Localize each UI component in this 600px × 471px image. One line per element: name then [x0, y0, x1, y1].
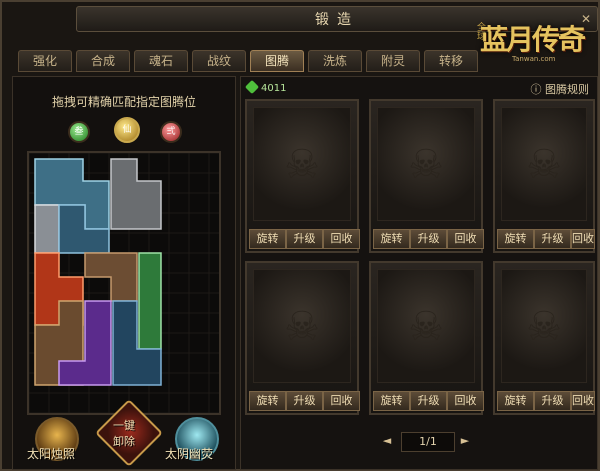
tab-enchant[interactable]: 附灵 — [366, 50, 420, 72]
upgrade-button[interactable]: 升级 — [410, 229, 447, 249]
tab-totem[interactable]: 图腾 — [250, 50, 304, 72]
skull-icon: ☠ — [284, 304, 320, 350]
upgrade-button[interactable]: 升级 — [410, 391, 447, 411]
tab-combine[interactable]: 合成 — [76, 50, 130, 72]
page-indicator: 1/1 — [401, 432, 455, 452]
recycle-button[interactable]: 回收 — [571, 391, 595, 411]
rotate-button[interactable]: 旋转 — [497, 391, 534, 411]
sun-totem-label: 太阳烛照 — [27, 447, 76, 461]
moon-totem-label: 太阴幽荧 — [165, 447, 214, 461]
green-gem-icon[interactable]: 叁 — [68, 121, 90, 143]
rotate-button[interactable]: 旋转 — [373, 229, 410, 249]
skull-icon: ☠ — [526, 142, 562, 188]
card-actions: 旋转 升级 回收 — [249, 391, 360, 411]
card-actions: 旋转 升级 回收 — [373, 391, 484, 411]
totem-card-5[interactable]: ☠ 旋转 升级 回收 — [369, 261, 484, 415]
next-page-icon[interactable]: ► — [457, 432, 473, 450]
totem-inventory-panel: 4011 ⓘ 图腾规则 ☠ 旋转 升级 回收 ☠ 旋转 升级 回收 ☠ 旋转 升… — [240, 76, 598, 470]
game-logo: 全球 蓝月传奇 Tanwan.com — [472, 10, 592, 66]
recycle-button[interactable]: 回收 — [447, 229, 484, 249]
upgrade-button[interactable]: 升级 — [286, 229, 323, 249]
prev-page-icon[interactable]: ◄ — [379, 432, 395, 450]
tab-soulstone[interactable]: 魂石 — [134, 50, 188, 72]
card-actions: 旋转 升级 回收 — [373, 229, 484, 249]
rotate-button[interactable]: 旋转 — [249, 391, 286, 411]
totem-portrait: ☠ — [501, 107, 587, 221]
totem-portrait: ☠ — [253, 107, 351, 221]
forge-window: 锻造 ✕ 全球 蓝月传奇 Tanwan.com 强化 合成 魂石 战纹 图腾 洗… — [0, 0, 600, 471]
jade-icon — [244, 79, 260, 95]
pager: ◄ 1/1 ► — [379, 432, 475, 452]
skull-icon: ☠ — [408, 304, 444, 350]
card-actions: 旋转 升级 回收 — [249, 229, 360, 249]
rotate-button[interactable]: 旋转 — [249, 229, 286, 249]
totem-portrait: ☠ — [377, 269, 475, 383]
totem-card-1[interactable]: ☠ 旋转 升级 回收 — [245, 99, 360, 253]
unload-line1: 一键 — [113, 419, 135, 432]
tab-battle-pattern[interactable]: 战纹 — [192, 50, 246, 72]
totem-pieces — [29, 153, 219, 413]
card-actions: 旋转 升级 回收 — [497, 391, 595, 411]
tab-strengthen[interactable]: 强化 — [18, 50, 72, 72]
recycle-button[interactable]: 回收 — [447, 391, 484, 411]
totem-board-panel: 拖拽可精确匹配指定图腾位 叁 仙 弍 太阳烛照 一键 卸除 太阴幽荧 — [12, 76, 236, 470]
totem-piece-green — [138, 252, 162, 350]
totem-card-6[interactable]: ☠ 旋转 升级 回收 — [493, 261, 595, 415]
skull-icon: ☠ — [408, 142, 444, 188]
upgrade-button[interactable]: 升级 — [534, 391, 571, 411]
card-actions: 旋转 升级 回收 — [497, 229, 595, 249]
totem-portrait: ☠ — [377, 107, 475, 221]
totem-portrait: ☠ — [253, 269, 351, 383]
totem-card-3[interactable]: ☠ 旋转 升级 回收 — [493, 99, 595, 253]
gold-gem-icon[interactable]: 仙 — [114, 117, 140, 143]
totem-rules-link[interactable]: ⓘ 图腾规则 — [531, 81, 590, 97]
totem-card-4[interactable]: ☠ 旋转 升级 回收 — [245, 261, 360, 415]
totem-rules-label: 图腾规则 — [545, 83, 589, 96]
upgrade-button[interactable]: 升级 — [534, 229, 571, 249]
logo-title: 蓝月传奇 — [480, 23, 586, 56]
help-icon: ⓘ — [530, 83, 545, 96]
totem-portrait: ☠ — [501, 269, 587, 383]
unload-line2: 卸除 — [113, 435, 135, 448]
totem-card-2[interactable]: ☠ 旋转 升级 回收 — [369, 99, 484, 253]
rotate-button[interactable]: 旋转 — [373, 391, 410, 411]
totem-piece-silver — [34, 204, 60, 254]
recycle-button[interactable]: 回收 — [323, 229, 360, 249]
rotate-button[interactable]: 旋转 — [497, 229, 534, 249]
red-gem-icon[interactable]: 弍 — [160, 121, 182, 143]
totem-board[interactable] — [27, 151, 221, 415]
logo-url: Tanwan.com — [512, 55, 556, 63]
skull-icon: ☠ — [526, 304, 562, 350]
tab-refine[interactable]: 洗炼 — [308, 50, 362, 72]
recycle-button[interactable]: 回收 — [323, 391, 360, 411]
upgrade-button[interactable]: 升级 — [286, 391, 323, 411]
currency-count: 4011 — [261, 83, 287, 94]
recycle-button[interactable]: 回收 — [571, 229, 595, 249]
skull-icon: ☠ — [284, 142, 320, 188]
tab-transfer[interactable]: 转移 — [424, 50, 478, 72]
drag-hint: 拖拽可精确匹配指定图腾位 — [51, 95, 196, 109]
